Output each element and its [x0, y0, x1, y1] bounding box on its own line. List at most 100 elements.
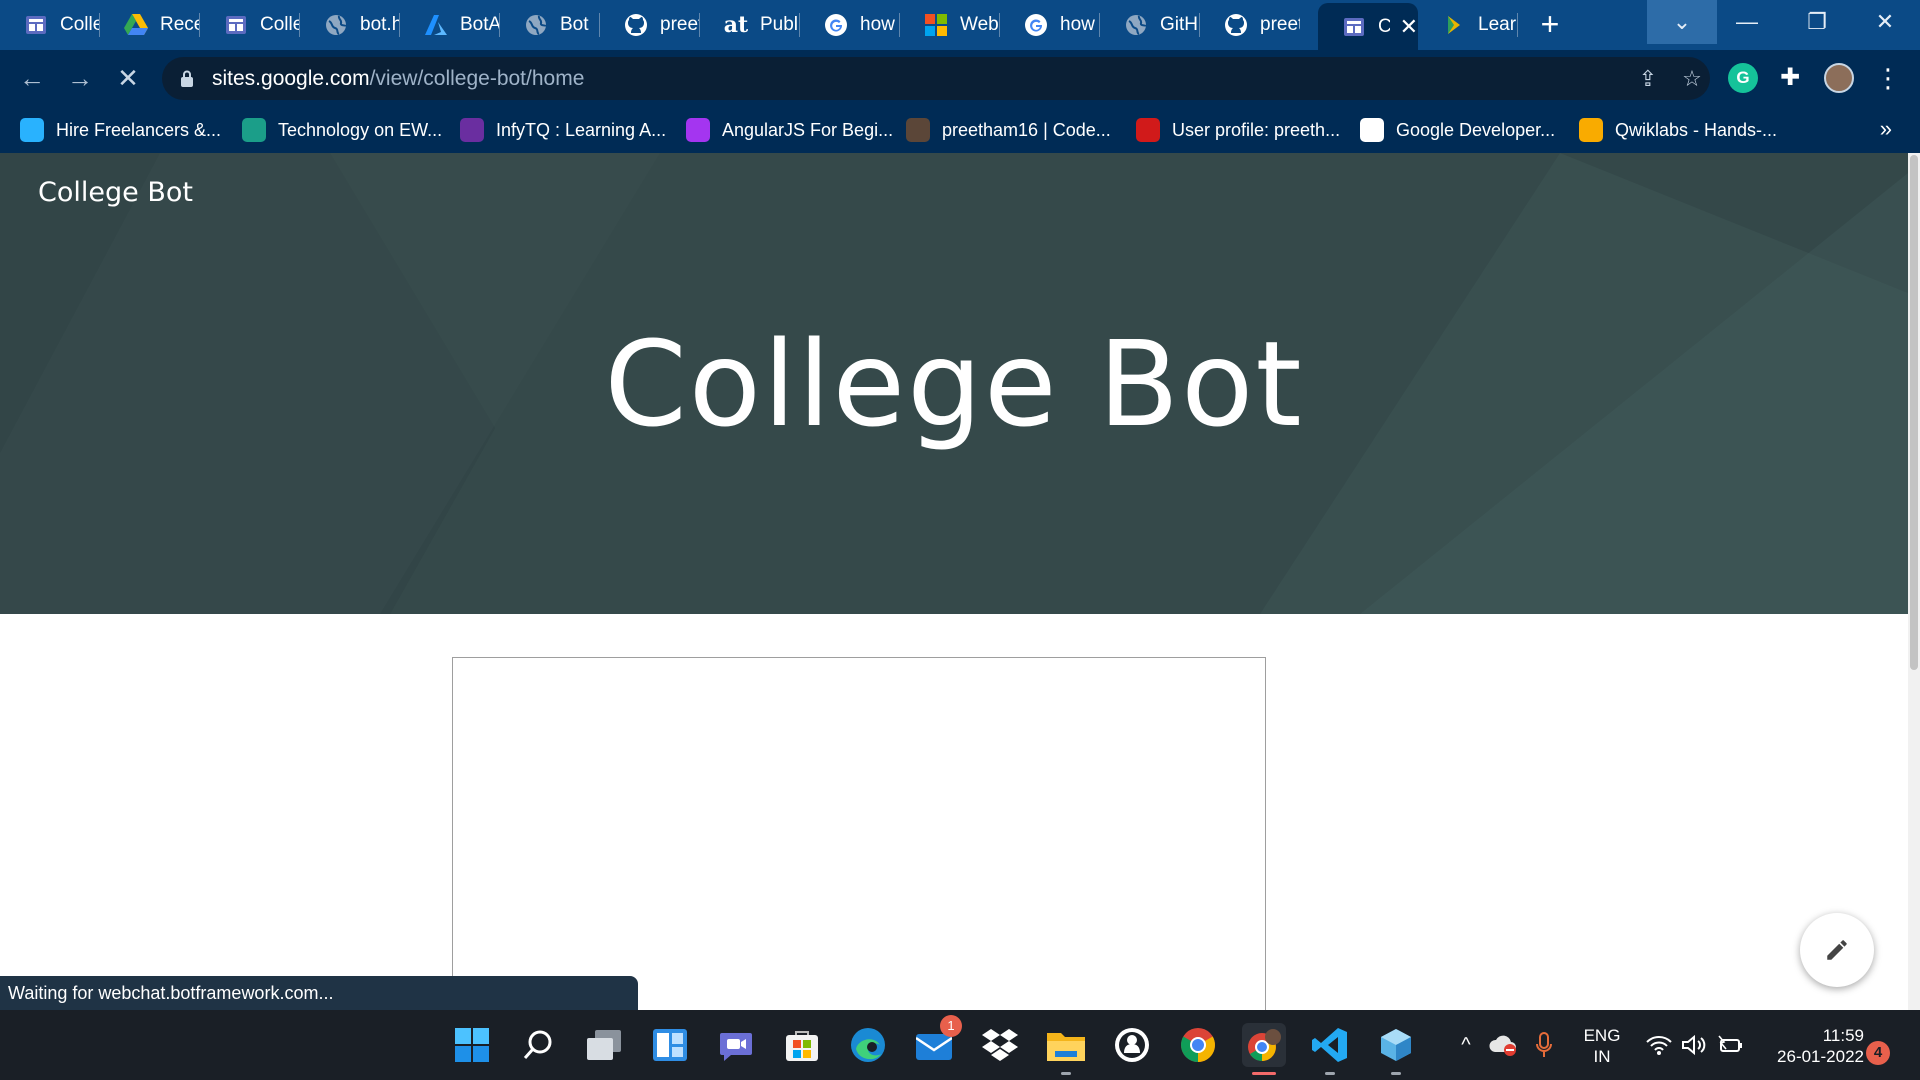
wifi-icon[interactable]: [1643, 1010, 1675, 1080]
dropbox-icon[interactable]: [978, 1023, 1022, 1067]
bookmark-label: Qwiklabs - Hands-...: [1615, 119, 1778, 140]
bookmark-item[interactable]: InfyTQ : Learning A...: [460, 116, 666, 144]
tab-label: Rece: [160, 14, 200, 35]
new-tab-button[interactable]: +: [1531, 6, 1569, 44]
browser-tab[interactable]: preet: [1200, 0, 1300, 50]
language-code: ENG: [1583, 1026, 1621, 1045]
bookmark-label: Google Developer...: [1396, 119, 1556, 140]
codechef-icon: [906, 118, 930, 142]
windows-taskbar: 1 ^ ENG IN 11:59 26-01-2022 4: [0, 1010, 1920, 1080]
vscode-icon[interactable]: [1308, 1023, 1352, 1075]
active-app-indicator: [1252, 1072, 1276, 1075]
page-scrollbar[interactable]: [1908, 153, 1920, 1010]
google-icon: [1024, 13, 1048, 37]
browser-tab[interactable]: BotA: [400, 0, 500, 50]
google-sites-icon: [1342, 15, 1366, 39]
browser-tab[interactable]: bot.h: [300, 0, 400, 50]
virtualbox-icon[interactable]: [1374, 1023, 1418, 1075]
browser-tab[interactable]: Web: [900, 0, 1000, 50]
browser-tab[interactable]: Rece: [100, 0, 200, 50]
browser-tab[interactable]: GitHu: [1100, 0, 1200, 50]
at-icon: at: [723, 12, 749, 38]
profile-avatar[interactable]: [1824, 63, 1854, 93]
widgets-icon[interactable]: [648, 1023, 692, 1067]
bookmark-star-icon[interactable]: ☆: [1678, 65, 1706, 93]
search-icon[interactable]: [516, 1023, 560, 1067]
browser-tab[interactable]: at Publi: [700, 0, 800, 50]
microphone-icon[interactable]: [1528, 1010, 1560, 1080]
freelancer-icon: [20, 118, 44, 142]
google-icon: [824, 13, 848, 37]
address-bar[interactable]: sites.google.com/view/college-bot/home ⇪…: [162, 57, 1710, 100]
microsoft-store-icon[interactable]: [780, 1023, 824, 1067]
tab-label: Learn: [1478, 14, 1518, 35]
bookmarks-bar: Hire Freelancers &... Technology on EW...…: [0, 106, 1920, 153]
restore-button[interactable]: ❐: [1782, 0, 1852, 44]
bookmark-label: User profile: preeth...: [1172, 119, 1341, 140]
chrome-profile-icon[interactable]: [1242, 1023, 1286, 1075]
language-indicator[interactable]: ENG IN: [1580, 1025, 1624, 1067]
volume-icon[interactable]: [1679, 1010, 1711, 1080]
system-clock[interactable]: 11:59 26-01-2022: [1754, 1025, 1864, 1067]
google-drive-icon: [124, 13, 148, 37]
tab-search-button[interactable]: ⌄: [1647, 0, 1717, 44]
bookmark-item[interactable]: Hire Freelancers &...: [20, 116, 221, 144]
spoj-icon: [1136, 118, 1160, 142]
globe-icon: [1124, 13, 1148, 37]
github-desktop-icon[interactable]: [1110, 1023, 1154, 1067]
page-title: College Bot: [604, 315, 1304, 453]
tab-label: Publi: [760, 14, 800, 35]
learn-icon: [1442, 13, 1466, 37]
browser-tab[interactable]: Learn: [1418, 0, 1518, 50]
lock-icon: [181, 70, 193, 87]
browser-tab[interactable]: how: [800, 0, 900, 50]
onedrive-error-icon[interactable]: [1487, 1010, 1519, 1080]
bookmark-label: Hire Freelancers &...: [56, 119, 222, 140]
bookmark-item[interactable]: User profile: preeth...: [1136, 116, 1340, 144]
mail-icon[interactable]: 1: [912, 1015, 962, 1067]
close-window-button[interactable]: ✕: [1850, 0, 1920, 44]
bookmark-item[interactable]: Qwiklabs - Hands-...: [1579, 116, 1777, 144]
bookmark-item[interactable]: Technology on EW...: [242, 116, 442, 144]
browser-tab[interactable]: how: [1000, 0, 1100, 50]
bookmark-item[interactable]: AngularJS For Begi...: [686, 116, 893, 144]
teams-chat-icon[interactable]: [714, 1023, 758, 1067]
chrome-icon[interactable]: [1176, 1023, 1220, 1067]
show-hidden-icons-chevron-icon[interactable]: ^: [1450, 1010, 1482, 1080]
bookmark-label: AngularJS For Begi...: [722, 119, 894, 140]
battery-charging-icon[interactable]: [1715, 1010, 1747, 1080]
tab-label: how: [1060, 14, 1095, 35]
region-code: IN: [1593, 1047, 1611, 1066]
google-sites-icon: [24, 13, 48, 37]
forward-button[interactable]: →: [64, 62, 96, 94]
notification-count-badge[interactable]: 4: [1866, 1041, 1890, 1065]
site-name[interactable]: College Bot: [38, 177, 193, 208]
tab-label: GitHu: [1160, 14, 1200, 35]
github-icon: [624, 13, 648, 37]
browser-tab[interactable]: C ✕: [1318, 3, 1418, 50]
extensions-icon[interactable]: ✚: [1775, 63, 1805, 93]
menu-kebab-icon[interactable]: ⋮: [1872, 62, 1904, 94]
stop-loading-button[interactable]: ✕: [112, 62, 144, 94]
scrollbar-thumb[interactable]: [1910, 155, 1918, 670]
share-icon[interactable]: ⇪: [1634, 65, 1662, 93]
edge-icon[interactable]: [846, 1023, 890, 1067]
task-view-icon[interactable]: [582, 1023, 626, 1067]
bookmark-item[interactable]: preetham16 | Code...: [906, 116, 1111, 144]
file-explorer-icon[interactable]: [1044, 1023, 1088, 1075]
back-button[interactable]: ←: [16, 62, 48, 94]
start-icon[interactable]: [450, 1023, 494, 1067]
minimize-button[interactable]: —: [1712, 0, 1782, 44]
browser-tab[interactable]: Bot: [500, 0, 600, 50]
browser-tab[interactable]: Colle: [200, 0, 300, 50]
browser-tab[interactable]: Colle: [0, 0, 100, 50]
bookmarks-overflow-button[interactable]: »: [1880, 116, 1892, 142]
webchat-embed-frame[interactable]: [452, 657, 1266, 1010]
edit-page-button[interactable]: [1800, 913, 1874, 987]
tab-label: preet: [1260, 14, 1300, 35]
close-tab-icon[interactable]: ✕: [1400, 15, 1418, 38]
microsoft-icon: [924, 13, 948, 37]
browser-tab[interactable]: preet: [600, 0, 700, 50]
bookmark-item[interactable]: Google Developer...: [1360, 116, 1555, 144]
grammarly-extension-icon[interactable]: G: [1728, 63, 1758, 93]
